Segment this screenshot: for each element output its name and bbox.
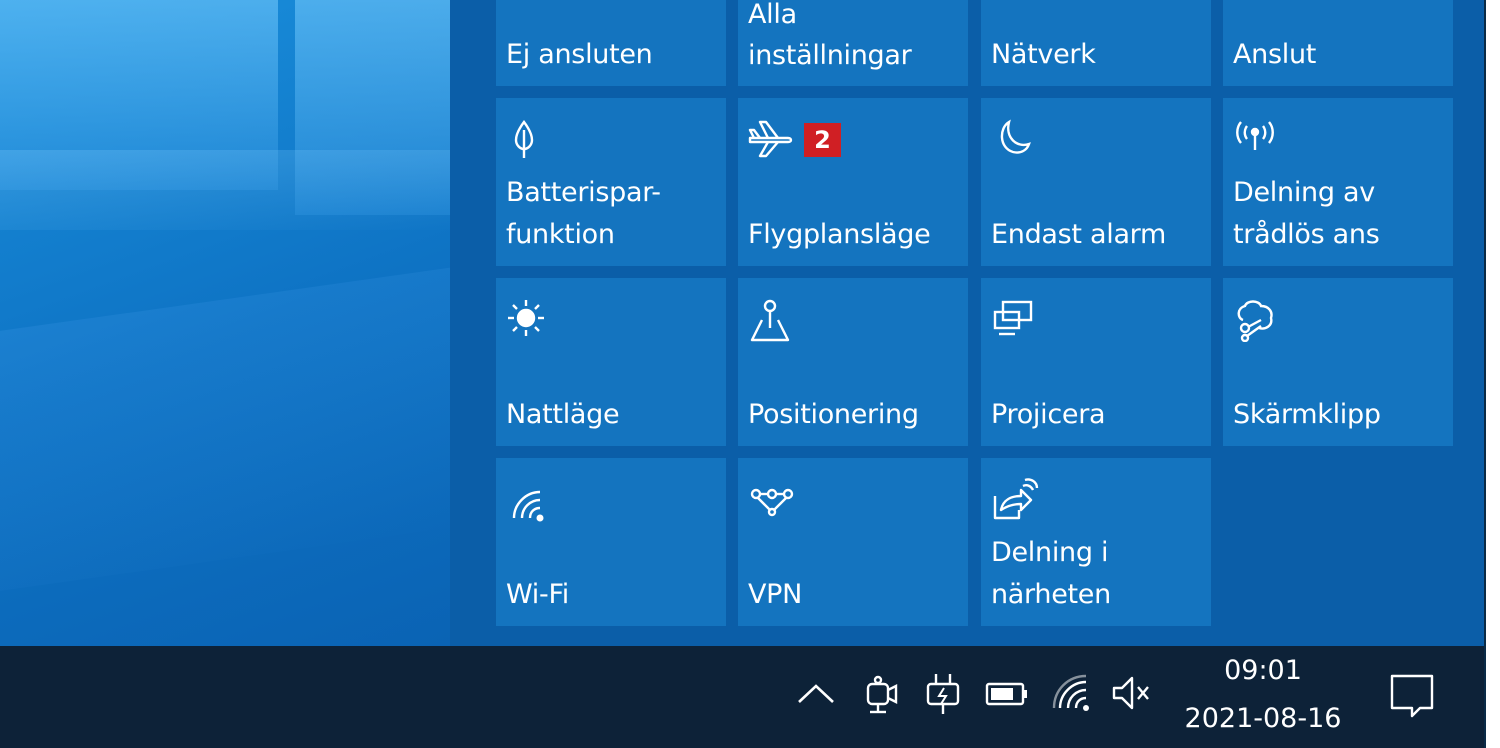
tile-label: Batterispar- funktion xyxy=(506,177,661,250)
wifi-icon[interactable] xyxy=(1050,670,1092,716)
tile-all-settings[interactable]: Alla inställningar xyxy=(738,0,968,86)
nearby-share-icon xyxy=(993,478,1039,520)
tile-airplane-mode[interactable]: 2 Flygplansläge xyxy=(738,98,968,266)
screen-edge xyxy=(1486,0,1500,748)
tile-wifi[interactable]: Wi-Fi xyxy=(496,458,726,626)
brightness-icon xyxy=(508,300,544,336)
chevron-up-icon[interactable] xyxy=(795,670,837,716)
tile-label: Wi-Fi xyxy=(506,579,569,610)
airplane-mode-badge: 2 xyxy=(804,123,841,157)
tile-mobile-hotspot[interactable]: Delning av trådlös ans xyxy=(1223,98,1453,266)
vpn-icon xyxy=(750,488,794,517)
tile-label: Projicera xyxy=(991,399,1106,430)
tile-vpn[interactable]: VPN xyxy=(738,458,968,626)
snip-icon xyxy=(1237,300,1273,342)
tile-network[interactable]: Nätverk xyxy=(981,0,1211,86)
tile-label: Positionering xyxy=(748,399,919,430)
airplane-icon xyxy=(748,120,793,158)
tile-bluetooth[interactable]: Ej ansluten xyxy=(496,0,726,86)
power-plug-icon[interactable] xyxy=(922,670,964,716)
meet-now-icon[interactable] xyxy=(860,670,902,716)
wallpaper-light xyxy=(0,150,470,230)
project-icon xyxy=(993,300,1033,336)
tile-label: Endast alarm xyxy=(991,219,1167,250)
tile-label: Ej ansluten xyxy=(506,39,653,70)
moon-icon xyxy=(1000,119,1031,154)
location-icon xyxy=(750,299,790,342)
wallpaper-ray xyxy=(0,260,500,600)
quick-actions-grid: Ej ansluten Alla inställningar Nätverk A… xyxy=(496,0,1456,646)
battery-icon[interactable] xyxy=(985,670,1029,716)
tile-focus-assist[interactable]: Endast alarm xyxy=(981,98,1211,266)
volume-muted-icon[interactable] xyxy=(1110,670,1152,716)
hotspot-icon xyxy=(1236,121,1274,150)
tile-label: Delning av trådlös ans xyxy=(1233,177,1380,250)
clock-time[interactable]: 09:01 xyxy=(1168,655,1358,686)
wifi-icon xyxy=(512,490,544,522)
tile-nearby-sharing[interactable]: Delning i närheten xyxy=(981,458,1211,626)
battery-saver-icon xyxy=(514,119,534,158)
tile-label: Flygplansläge xyxy=(748,219,931,250)
tile-label: Nattläge xyxy=(506,399,620,430)
tile-connect[interactable]: Anslut xyxy=(1223,0,1453,86)
tile-label: Skärmklipp xyxy=(1233,399,1381,430)
tile-label: Anslut xyxy=(1233,39,1317,70)
tile-label: Alla inställningar xyxy=(748,0,912,71)
tile-night-light[interactable]: Nattläge xyxy=(496,278,726,446)
tile-screen-snip[interactable]: Skärmklipp xyxy=(1223,278,1453,446)
tile-location[interactable]: Positionering xyxy=(738,278,968,446)
notification-icon[interactable] xyxy=(1388,672,1436,720)
tile-battery-saver[interactable]: Batterispar- funktion xyxy=(496,98,726,266)
tile-label: Nätverk xyxy=(991,39,1096,70)
tile-label: VPN xyxy=(748,579,803,610)
tile-project[interactable]: Projicera xyxy=(981,278,1211,446)
clock-date[interactable]: 2021-08-16 xyxy=(1168,703,1358,734)
tile-label: Delning i närheten xyxy=(991,537,1111,610)
action-center-panel: Ej ansluten Alla inställningar Nätverk A… xyxy=(450,0,1486,646)
